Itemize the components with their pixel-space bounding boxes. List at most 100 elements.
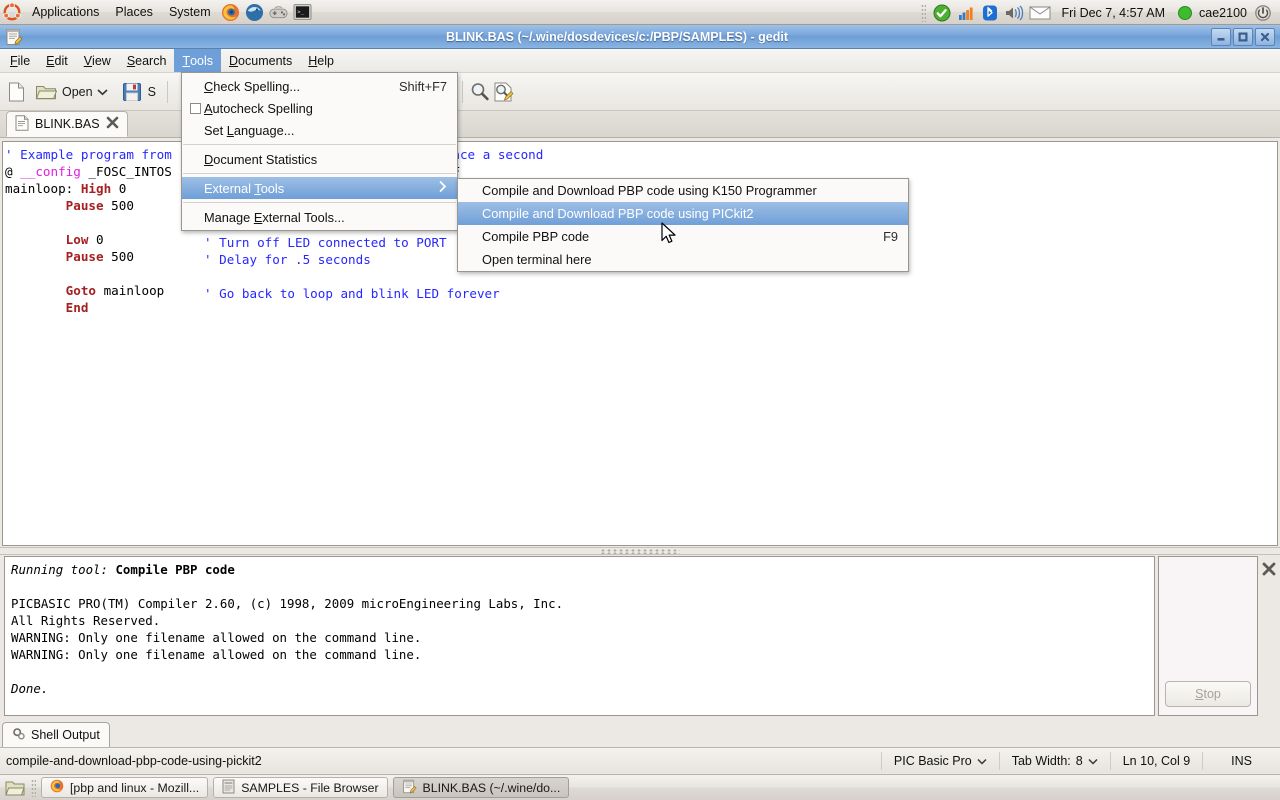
menu-separator-3 — [183, 202, 456, 203]
menu-help[interactable]: Help — [300, 49, 342, 72]
firefox-icon[interactable] — [220, 1, 242, 23]
menu-item-autocheck-spelling-label: Autocheck Spelling — [190, 101, 447, 116]
close-tab-icon[interactable] — [106, 116, 119, 132]
close-icon[interactable] — [1255, 28, 1275, 46]
menu-item-autocheck-spelling[interactable]: Autocheck Spelling — [182, 97, 457, 119]
update-ok-icon[interactable] — [931, 2, 953, 24]
taskbar-grip[interactable] — [31, 779, 36, 797]
submenu-item-open-terminal-label: Open terminal here — [466, 252, 898, 267]
menu-item-manage-external-tools-label: Manage External Tools... — [190, 210, 447, 225]
code-line-1-comment: ' Example program from — [5, 147, 172, 162]
tab-shell-output-label: Shell Output — [31, 728, 100, 742]
shell-side-box: Stop — [1158, 556, 1258, 716]
splitter-grip[interactable] — [600, 549, 680, 554]
panel-menus: Applications Places System — [0, 0, 315, 25]
close-panel-icon[interactable] — [1262, 562, 1276, 576]
menu-item-set-language[interactable]: Set Language... — [182, 119, 457, 141]
gamepad-icon[interactable] — [268, 1, 290, 23]
task-button-firefox[interactable]: [pbp and linux - Mozill... — [41, 777, 208, 798]
open-folder-icon — [34, 80, 58, 104]
menubar: File Edit View Search Tools Documents He… — [0, 49, 1280, 73]
submenu-item-open-terminal[interactable]: Open terminal here — [458, 248, 908, 271]
replace-icon[interactable] — [492, 80, 516, 104]
submenu-item-pickit2-label: Compile and Download PBP code using PICk… — [466, 206, 898, 221]
submenu-item-compile-label: Compile PBP code — [466, 229, 855, 244]
power-icon[interactable] — [1252, 2, 1274, 24]
find-icon[interactable] — [468, 80, 492, 104]
bottom-panel-tabs: Shell Output — [2, 722, 1278, 748]
stop-button[interactable]: Stop — [1165, 681, 1251, 707]
save-button[interactable]: S — [114, 77, 162, 107]
svg-text:>_: >_ — [297, 9, 304, 15]
checkbox-icon[interactable] — [190, 103, 201, 114]
statusbar-language[interactable]: PIC Basic Pro — [881, 752, 999, 770]
code-overlay-comment-2: ' Delay for .5 seconds — [202, 247, 371, 268]
bluetooth-icon[interactable] — [979, 2, 1001, 24]
menu-documents[interactable]: Documents — [221, 49, 300, 72]
user-status-icon[interactable] — [1174, 2, 1196, 24]
ubuntu-logo-icon[interactable] — [1, 1, 23, 23]
code-line-2-at: @ — [5, 164, 20, 179]
window-titlebar[interactable]: BLINK.BAS (~/.wine/dosdevices/c:/PBP/SAM… — [0, 25, 1280, 49]
maximize-icon[interactable] — [1233, 28, 1253, 46]
panel-splitter[interactable] — [0, 546, 1280, 556]
statusbar-tab-width[interactable]: Tab Width: 8 — [999, 752, 1110, 770]
menu-item-set-language-label: Set Language... — [190, 123, 447, 138]
show-desktop-icon[interactable] — [4, 778, 26, 798]
submenu-item-pickit2[interactable]: Compile and Download PBP code using PICk… — [458, 202, 908, 225]
network-signal-icon[interactable] — [955, 2, 977, 24]
thunderbird-icon[interactable] — [244, 1, 266, 23]
chevron-down-icon — [1088, 754, 1098, 768]
menu-item-external-tools[interactable]: External Tools — [182, 177, 457, 199]
code-line-4-kw: Pause — [66, 198, 104, 213]
menu-search[interactable]: Search — [119, 49, 175, 72]
gnome-top-panel: Applications Places System — [0, 0, 1280, 25]
mail-icon[interactable] — [1027, 2, 1053, 24]
submenu-item-k150-label: Compile and Download PBP code using K150… — [466, 183, 898, 198]
panel-menu-places[interactable]: Places — [108, 1, 160, 23]
tray-grip[interactable] — [921, 4, 926, 22]
save-icon — [120, 80, 144, 104]
open-button[interactable]: Open — [28, 77, 114, 107]
submenu-item-compile[interactable]: Compile PBP code F9 — [458, 225, 908, 248]
gears-icon — [12, 727, 26, 744]
chevron-right-icon — [438, 180, 447, 196]
terminal-icon[interactable]: >_ — [292, 1, 314, 23]
statusbar-message: compile-and-download-pbp-code-using-pick… — [0, 754, 881, 768]
user-name[interactable]: cae2100 — [1197, 6, 1251, 20]
clock[interactable]: Fri Dec 7, 4:57 AM — [1054, 6, 1174, 20]
volume-icon[interactable] — [1003, 2, 1025, 24]
menu-tools[interactable]: Tools — [174, 49, 221, 72]
menu-item-document-statistics[interactable]: Document Statistics — [182, 148, 457, 170]
text-file-icon — [15, 115, 29, 134]
menu-view[interactable]: View — [76, 49, 119, 72]
submenu-item-k150[interactable]: Compile and Download PBP code using K150… — [458, 179, 908, 202]
menu-file[interactable]: File — [2, 49, 38, 72]
panel-menu-applications[interactable]: Applications — [25, 1, 106, 23]
tab-shell-output[interactable]: Shell Output — [2, 722, 110, 747]
new-document-icon[interactable] — [4, 80, 28, 104]
task-button-file-browser[interactable]: SAMPLES - File Browser — [213, 777, 387, 798]
file-browser-icon — [222, 779, 235, 797]
task-button-gedit[interactable]: BLINK.BAS (~/.wine/do... — [393, 777, 570, 798]
minimize-icon[interactable] — [1211, 28, 1231, 46]
statusbar-insert-mode: INS — [1202, 752, 1280, 770]
screen: Applications Places System — [0, 0, 1280, 800]
chevron-down-icon[interactable] — [97, 85, 108, 99]
chevron-down-icon — [977, 754, 987, 768]
gedit-icon — [5, 28, 23, 46]
document-tab-blink-bas[interactable]: BLINK.BAS — [6, 111, 128, 137]
code-line-7-kw: Pause — [66, 249, 104, 264]
panel-menu-system[interactable]: System — [162, 1, 218, 23]
menu-item-check-spelling-label: Check Spelling... — [190, 79, 371, 94]
stop-button-label: top — [1203, 687, 1220, 701]
menu-item-check-spelling[interactable]: Check Spelling... Shift+F7 — [182, 75, 457, 97]
menu-edit[interactable]: Edit — [38, 49, 76, 72]
task-button-gedit-label: BLINK.BAS (~/.wine/do... — [423, 781, 561, 795]
toolbar-separator-2 — [462, 81, 463, 103]
menu-separator-2 — [183, 173, 456, 174]
task-button-file-browser-label: SAMPLES - File Browser — [241, 781, 378, 795]
shell-output-view[interactable]: Running tool: Compile PBP code PICBASIC … — [4, 556, 1155, 716]
firefox-icon — [50, 779, 64, 796]
menu-item-manage-external-tools[interactable]: Manage External Tools... — [182, 206, 457, 228]
